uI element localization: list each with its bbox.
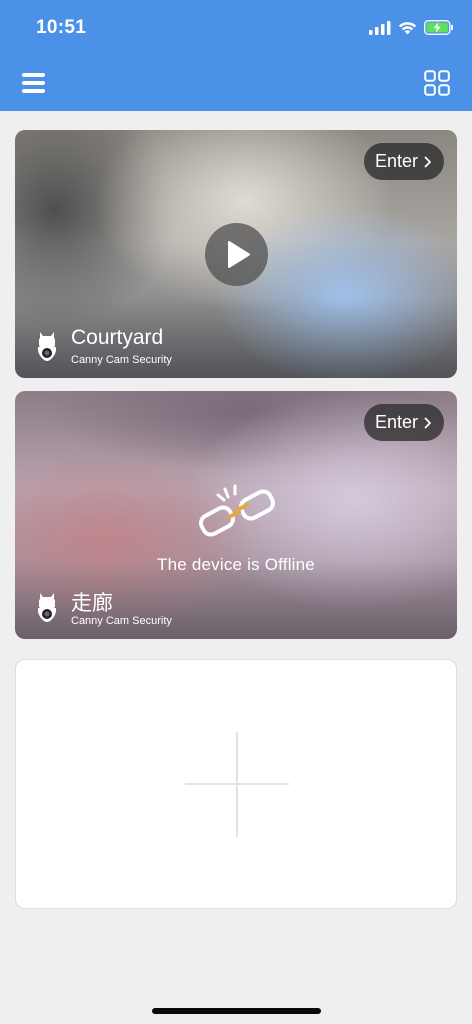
play-icon bbox=[228, 241, 250, 268]
enter-button[interactable]: Enter bbox=[363, 404, 444, 441]
status-icons bbox=[369, 20, 454, 35]
grid-view-icon bbox=[424, 70, 450, 96]
plus-vertical-bar bbox=[236, 732, 238, 837]
device-name: Courtyard bbox=[71, 326, 164, 349]
camera-device-icon bbox=[37, 593, 57, 622]
play-button[interactable] bbox=[205, 223, 268, 286]
battery-charging-icon bbox=[424, 20, 453, 35]
offline-message: The device is Offline bbox=[157, 555, 315, 574]
app-header: 10:51 bbox=[0, 0, 472, 111]
signal-icon bbox=[369, 20, 391, 35]
camera-device-icon bbox=[37, 332, 57, 361]
device-name: 走廊 bbox=[71, 592, 113, 615]
menu-button[interactable] bbox=[22, 70, 46, 96]
device-subtitle: Canny Cam Security bbox=[71, 354, 172, 366]
enter-label: Enter bbox=[374, 412, 418, 432]
chevron-right-icon bbox=[424, 417, 431, 428]
device-card-courtyard[interactable]: Enter Courtyard Canny Cam Security bbox=[15, 130, 457, 378]
home-indicator[interactable] bbox=[152, 1008, 321, 1014]
add-device-card[interactable] bbox=[15, 659, 457, 909]
menu-icon bbox=[22, 73, 45, 93]
chevron-right-icon bbox=[424, 156, 431, 167]
device-card-hallway[interactable]: Enter The device is Offline 走廊 Canny Cam… bbox=[15, 391, 457, 639]
enter-label: Enter bbox=[374, 151, 418, 171]
status-time: 10:51 bbox=[36, 17, 87, 38]
wifi-icon bbox=[398, 21, 417, 34]
grid-view-button[interactable] bbox=[424, 70, 450, 96]
enter-button[interactable]: Enter bbox=[363, 143, 444, 180]
device-subtitle: Canny Cam Security bbox=[71, 615, 172, 627]
broken-link-icon bbox=[198, 484, 276, 537]
